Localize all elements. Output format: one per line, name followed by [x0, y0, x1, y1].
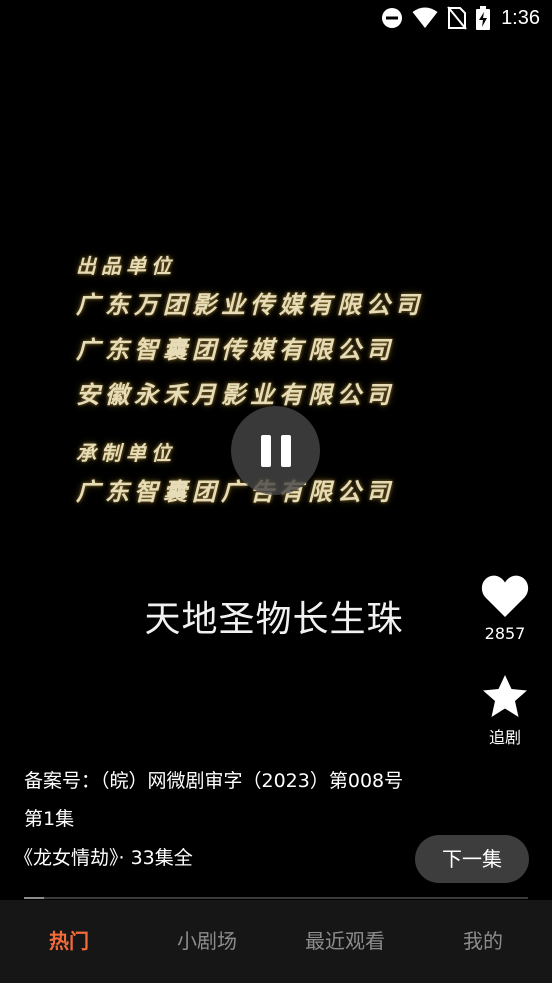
tab-recently-watched[interactable]: 最近观看 [276, 900, 414, 983]
tab-mine[interactable]: 我的 [414, 900, 552, 983]
progress-bar[interactable] [24, 897, 528, 899]
like-count: 2857 [484, 624, 526, 643]
producer-line: 广东万团影业传媒有限公司 [76, 290, 424, 319]
pause-button[interactable] [231, 406, 320, 495]
pause-icon [260, 434, 271, 467]
like-button[interactable]: 2857 [470, 574, 540, 643]
heart-icon [470, 574, 540, 618]
series-info[interactable]: 《龙女情劫》· 33集全 [14, 843, 193, 870]
progress-fill [24, 897, 45, 899]
record-number: 备案号：（皖）网微剧审字（2023）第008号 [24, 770, 404, 792]
status-bar: 1:36 [0, 0, 552, 36]
wifi-icon [412, 7, 438, 29]
screen: 1:36 出品单位 广东万团影业传媒有限公司 广东智囊团传媒有限公司 安徽永禾月… [0, 0, 552, 983]
follow-drama-label: 追剧 [488, 728, 521, 747]
tab-hot[interactable]: 热门 [0, 900, 138, 983]
episode-number: 第1集 [24, 808, 75, 830]
battery-charging-icon [476, 6, 491, 30]
tab-mini-theater[interactable]: 小剧场 [138, 900, 276, 983]
status-icons: 1:36 [381, 6, 540, 30]
do-not-disturb-icon [381, 7, 403, 29]
bottom-nav: 热门 小剧场 最近观看 我的 [0, 900, 552, 983]
follow-drama-button[interactable]: 追剧 [470, 674, 540, 748]
next-episode-button[interactable]: 下一集 [415, 835, 529, 883]
star-icon [470, 674, 540, 718]
status-time: 1:36 [501, 6, 540, 29]
no-sim-icon [447, 6, 467, 30]
producer-heading: 出品单位 [76, 254, 176, 278]
producer-line: 广东智囊团传媒有限公司 [76, 335, 395, 364]
video-title: 天地圣物长生珠 [144, 599, 404, 640]
